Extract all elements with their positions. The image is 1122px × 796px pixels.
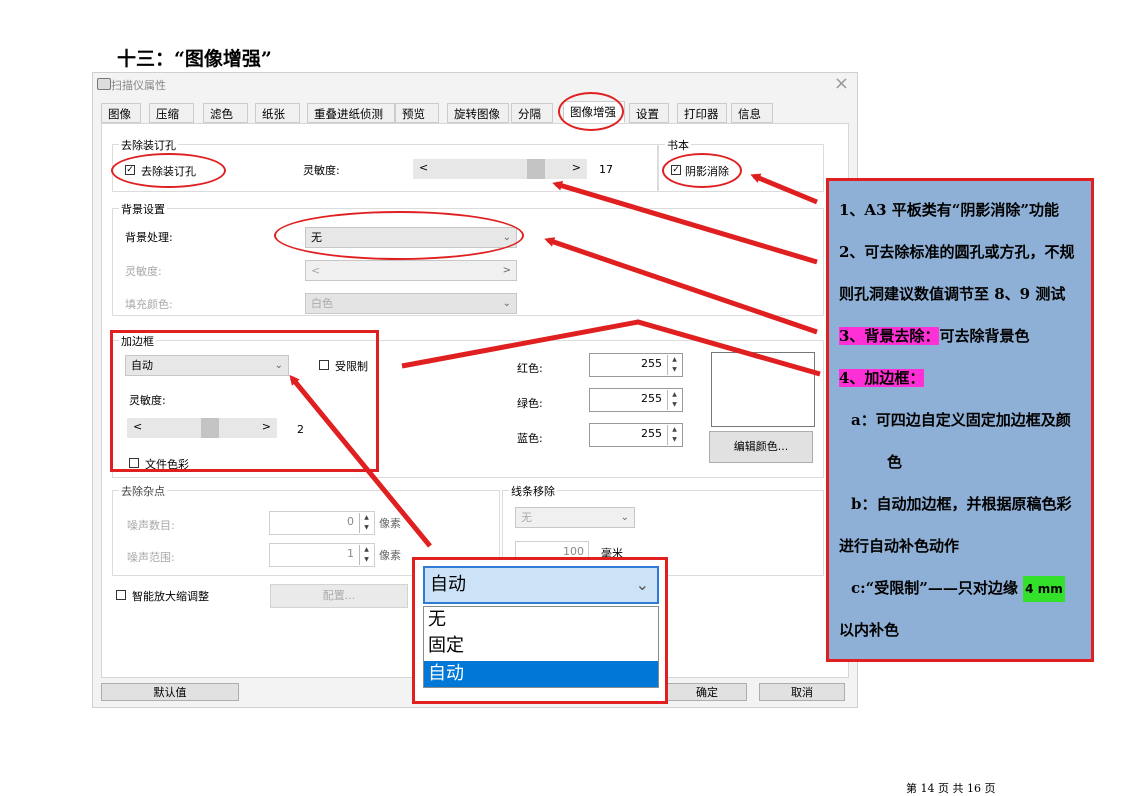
callout-line-4-rest: 可去除背景色 — [939, 327, 1030, 345]
callout-4mm-highlight: 4 mm — [1023, 576, 1065, 602]
chevron-down-icon: ⌄ — [635, 575, 649, 594]
page-footer: 第 14 页 共 16 页 — [906, 782, 996, 795]
line-to-border-section — [401, 319, 821, 377]
option-none[interactable]: 无 — [424, 607, 658, 633]
border-mode-option-list: 无 固定 自动 — [423, 606, 659, 688]
callout-line-3: 则孔洞建议数值调节至 8、9 测试 — [839, 285, 1066, 303]
border-mode-dropdown-zoom: 自动 ⌄ 无 固定 自动 — [412, 557, 668, 704]
callout-line-11: 以内补色 — [839, 621, 900, 639]
callout-bg-removal-highlight: 3、背景去除： — [839, 327, 940, 345]
callout-line-10: c:“受限制”——只对边缘 4 mm — [851, 576, 1065, 602]
option-fixed[interactable]: 固定 — [424, 633, 658, 659]
border-mode-dropdown-value: 自动 — [430, 574, 466, 595]
option-auto[interactable]: 自动 — [424, 661, 658, 687]
arrow-to-shadow — [750, 173, 818, 205]
border-mode-dropdown[interactable]: 自动 ⌄ — [423, 566, 659, 604]
callout-line-7: 色 — [887, 453, 903, 471]
arrow-to-bg-process — [544, 237, 818, 335]
callout-line-1: 1、A3 平板类有“阴影消除”功能 — [839, 201, 1059, 219]
arrow-to-punch-slider — [552, 180, 818, 265]
callout-line-4: 3、背景去除：可去除背景色 — [839, 325, 1029, 346]
callout-line-5: 4、加边框： — [839, 367, 925, 388]
callout-line-6: a：可四边自定义固定加边框及颜 — [851, 411, 1071, 429]
callout-note: 1、A3 平板类有“阴影消除”功能 2、可去除标准的圆孔或方孔，不规 则孔洞建议… — [826, 178, 1094, 662]
arrow-to-border-select — [289, 374, 432, 548]
callout-line-2: 2、可去除标准的圆孔或方孔，不规 — [839, 243, 1075, 261]
callout-line-8: b：自动加边框，并根据原稿色彩 — [851, 495, 1072, 513]
callout-line-9: 进行自动补色动作 — [839, 537, 960, 555]
callout-border-highlight: 4、加边框： — [839, 369, 925, 387]
callout-line-10-pre: c:“受限制”——只对边缘 — [851, 579, 1018, 597]
